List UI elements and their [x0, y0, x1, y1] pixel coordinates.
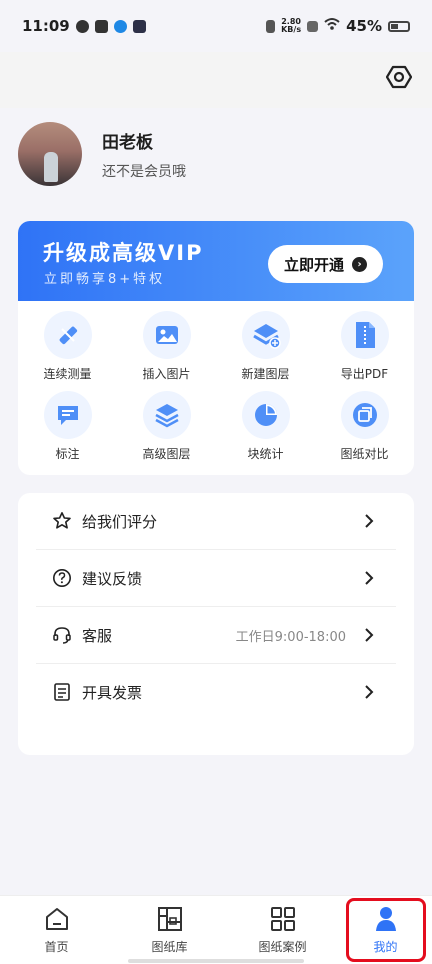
activate-vip-label: 立即开通: [283, 255, 344, 274]
mail-icon: [94, 19, 108, 33]
feature-continuous-measure[interactable]: 连续测量: [18, 311, 117, 391]
bottom-navigation: 首页 图纸库 图纸案例 我的: [0, 896, 432, 964]
grid-icon: [270, 907, 295, 931]
invoice-icon: [54, 683, 70, 701]
service-hours: 工作日9:00-18:00: [235, 629, 346, 645]
battery-percent: 45%: [346, 17, 382, 35]
add-layer-icon: [241, 311, 290, 359]
app-icon: [132, 19, 146, 33]
home-icon: [45, 908, 68, 930]
feature-label: 连续测量: [43, 367, 92, 381]
settings-icon[interactable]: [386, 64, 412, 90]
menu-customer-service[interactable]: 客服 工作日9:00-18:00: [36, 607, 396, 664]
battery-icon: [388, 20, 410, 32]
nav-drawing-cases[interactable]: 图纸案例: [233, 901, 333, 959]
menu-feedback[interactable]: 建议反馈: [36, 550, 396, 607]
layers-icon: [142, 391, 191, 439]
network-speed-unit: KB/s: [281, 25, 302, 34]
vip-subtitle: 立即畅享8+特权: [44, 272, 166, 287]
vip-title: 升级成高级VIP: [43, 241, 204, 265]
nav-home[interactable]: 首页: [7, 901, 107, 959]
status-left: 11:09: [22, 17, 146, 35]
feature-grid: 连续测量 插入图片 新建图层 导出PDF 标注 高级图层 块统计 图纸对比: [18, 301, 414, 475]
menu-label: 建议反馈: [82, 569, 143, 588]
no-sim-icon: [307, 20, 319, 32]
membership-status: 还不是会员哦: [102, 163, 186, 180]
annotation-icon: [43, 391, 92, 439]
user-name: 田老板: [102, 132, 153, 153]
nav-label: 我的: [373, 940, 398, 954]
feature-insert-image[interactable]: 插入图片: [117, 311, 216, 391]
feature-label: 标注: [55, 447, 80, 461]
vibrate-icon: [266, 19, 276, 33]
profile-text: 田老板 还不是会员哦: [102, 128, 186, 181]
menu-label: 客服: [82, 626, 113, 645]
ruler-pencil-icon: [43, 311, 92, 359]
image-icon: [142, 311, 191, 359]
check-icon: [75, 19, 89, 33]
nav-label: 首页: [44, 940, 69, 954]
nav-label: 图纸案例: [258, 940, 307, 954]
menu-label: 开具发票: [82, 683, 143, 702]
feature-label: 插入图片: [142, 367, 191, 381]
feature-label: 图纸对比: [340, 447, 389, 461]
feature-label: 块统计: [247, 447, 284, 461]
status-right: 2.80 KB/s 45%: [266, 17, 410, 35]
activate-vip-button[interactable]: 立即开通 ›: [268, 245, 383, 283]
person-icon: [375, 907, 396, 931]
menu-label: 给我们评分: [82, 512, 158, 531]
arrow-right-icon: ›: [352, 256, 367, 272]
pie-chart-icon: [241, 391, 290, 439]
feature-export-pdf[interactable]: 导出PDF: [315, 311, 414, 391]
feature-drawing-compare[interactable]: 图纸对比: [315, 391, 414, 471]
chevron-right-icon: [365, 685, 374, 699]
headset-icon: [53, 627, 71, 644]
nav-my[interactable]: 我的: [345, 898, 426, 962]
status-bar: 11:09 2.80 KB/s 45%: [0, 0, 432, 52]
feature-label: 新建图层: [241, 367, 290, 381]
feature-label: 导出PDF: [340, 367, 389, 381]
feature-new-layer[interactable]: 新建图层: [216, 311, 315, 391]
nav-drawing-library[interactable]: 图纸库: [120, 901, 220, 959]
home-indicator[interactable]: [128, 959, 304, 963]
vip-card: 升级成高级VIP 立即畅享8+特权 立即开通 › 连续测量 插入图片 新建图层: [18, 221, 414, 475]
wifi-icon: [324, 17, 340, 35]
feature-advanced-layers[interactable]: 高级图层: [117, 391, 216, 471]
vip-banner[interactable]: 升级成高级VIP 立即畅享8+特权 立即开通 ›: [18, 221, 414, 301]
feature-label: 高级图层: [142, 447, 191, 461]
star-icon: [53, 511, 71, 529]
menu-card: 给我们评分 建议反馈 客服 工作日9:00-18:00 开具发票: [18, 493, 414, 755]
profile-section[interactable]: 田老板 还不是会员哦: [18, 122, 186, 186]
chevron-right-icon: [365, 514, 374, 528]
browser-icon: [113, 19, 127, 33]
avatar[interactable]: [18, 122, 82, 186]
pdf-file-icon: [340, 311, 389, 359]
compare-icon: [340, 391, 389, 439]
drawing-library-icon: [157, 907, 182, 931]
question-circle-icon: [53, 569, 71, 587]
chevron-right-icon: [365, 628, 374, 642]
header-area: [0, 52, 432, 108]
nav-label: 图纸库: [151, 940, 188, 954]
chevron-right-icon: [365, 571, 374, 585]
feature-block-stats[interactable]: 块统计: [216, 391, 315, 471]
menu-rate-us[interactable]: 给我们评分: [36, 493, 396, 550]
network-speed: 2.80 KB/s: [281, 18, 301, 34]
menu-invoice[interactable]: 开具发票: [36, 664, 396, 720]
status-time: 11:09: [22, 17, 70, 35]
feature-annotation[interactable]: 标注: [18, 391, 117, 471]
